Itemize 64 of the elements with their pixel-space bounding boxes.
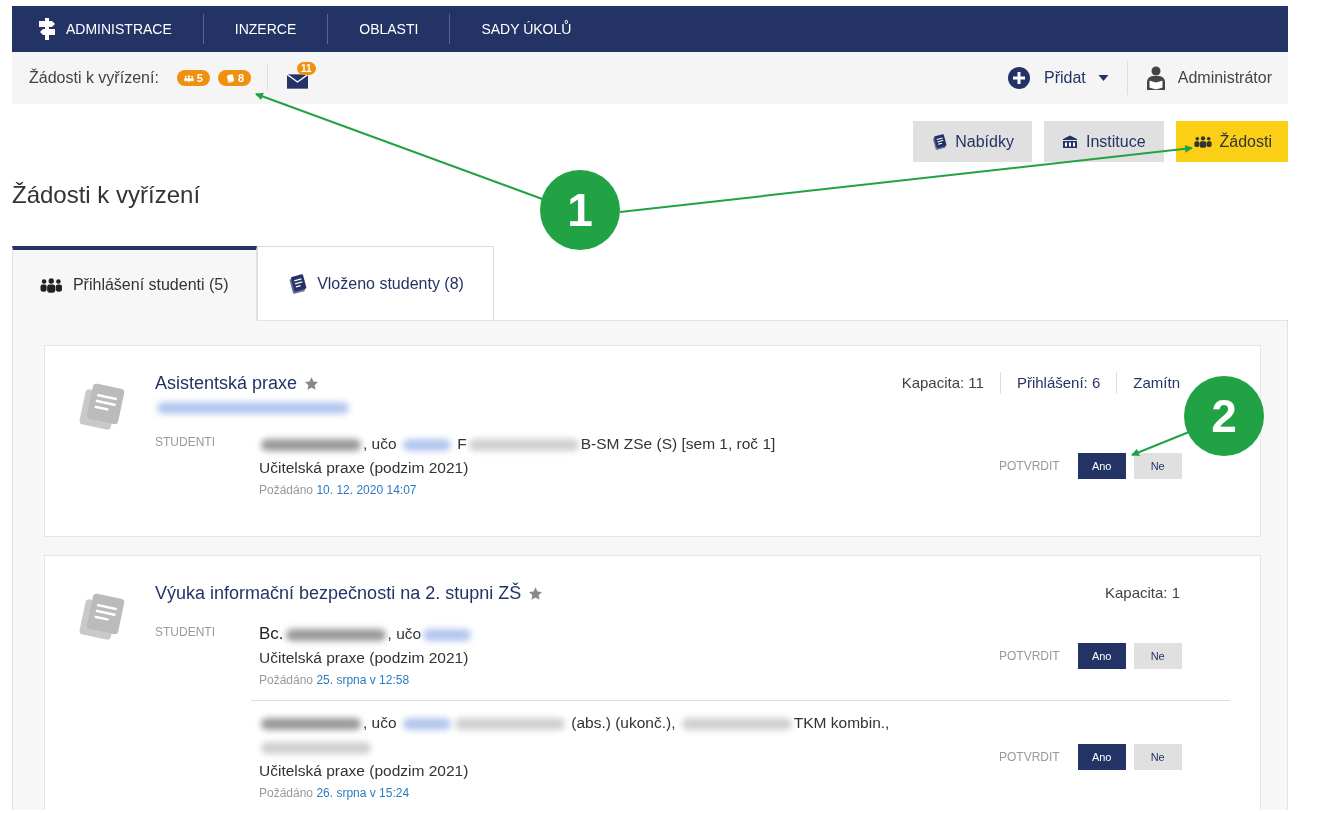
plus-circle-icon xyxy=(1007,67,1030,89)
redacted-text xyxy=(402,717,451,730)
notes-icon xyxy=(931,133,948,150)
redacted-text xyxy=(402,438,451,451)
no-button[interactable]: Ne xyxy=(1133,453,1182,479)
requested-date: Požádáno 10. 12. 2020 14:07 xyxy=(259,482,417,499)
program-name: Učitelská praxe (podzim 2021) xyxy=(259,459,469,476)
confirm-label: POTVRDIT xyxy=(999,649,1060,663)
tab[interactable]: Přihlášení studenti (5) xyxy=(12,246,257,321)
view-button[interactable]: Nabídky xyxy=(913,121,1032,162)
capacity-text: Kapacita: 11 xyxy=(901,373,984,393)
section-label: STUDENTI xyxy=(155,435,215,449)
nav-item[interactable]: INZERCE xyxy=(202,14,328,44)
people-icon xyxy=(1193,135,1212,148)
section-label: STUDENTI xyxy=(155,625,215,639)
user-menu[interactable]: Administrátor xyxy=(1145,66,1272,90)
envelope-icon xyxy=(287,73,309,89)
student-detail: F xyxy=(456,435,467,452)
yes-button[interactable]: Ano xyxy=(1077,744,1126,770)
no-button[interactable]: Ne xyxy=(1133,744,1182,770)
program-name: Učitelská praxe (podzim 2021) xyxy=(259,762,469,779)
people-icon xyxy=(40,277,63,293)
nav-item[interactable]: ADMINISTRACE xyxy=(38,14,203,44)
add-menu-button[interactable]: Přidat xyxy=(1007,67,1109,89)
capacity-text: Kapacita: 1 xyxy=(1104,583,1180,603)
people-icon xyxy=(183,73,194,83)
student-detail: (abs.) (ukonč.), xyxy=(570,714,677,731)
nav-item[interactable]: OBLASTI xyxy=(327,14,450,44)
no-button[interactable]: Ne xyxy=(1133,643,1182,669)
yes-button[interactable]: Ano xyxy=(1077,643,1126,669)
redacted-text xyxy=(423,628,472,641)
annotation-marker: 1 xyxy=(540,170,620,250)
student-detail: TKM kombin., xyxy=(793,714,890,731)
requested-date: Požádáno 26. srpna v 15:24 xyxy=(259,785,410,802)
program-name: Učitelská praxe (podzim 2021) xyxy=(259,649,469,666)
notes-icon xyxy=(287,273,308,294)
mail-button[interactable] xyxy=(287,73,309,89)
page-heading: Žádosti k vyřízení xyxy=(12,181,201,209)
pending-label: Žádosti k vyřízení: xyxy=(29,69,159,87)
caret-icon xyxy=(1097,75,1109,81)
yes-button[interactable]: Ano xyxy=(1077,453,1126,479)
notes-icon xyxy=(224,73,235,83)
student-detail: , učo xyxy=(363,714,398,731)
tab[interactable]: Vloženo studenty (8) xyxy=(257,246,494,320)
annotation-arrow xyxy=(1131,431,1190,457)
student-detail: , učo xyxy=(387,625,422,642)
building-icon xyxy=(1061,134,1078,149)
signpost-icon xyxy=(38,18,56,40)
degree-title: Bc. xyxy=(259,624,284,643)
reader-icon xyxy=(1145,66,1166,90)
stat-link[interactable]: Přihlášení: 6 xyxy=(1016,372,1101,394)
annotation-marker: 2 xyxy=(1184,376,1264,456)
confirm-label: POTVRDIT xyxy=(999,459,1060,473)
stat-link[interactable]: Zamítn xyxy=(1133,372,1180,394)
offer-title-link[interactable]: Asistentská praxe xyxy=(155,372,298,394)
nav-item[interactable]: SADY ÚKOLŮ xyxy=(449,14,603,44)
student-detail: , učo xyxy=(363,435,398,452)
view-button[interactable]: Žádosti xyxy=(1175,121,1288,162)
view-button[interactable]: Instituce xyxy=(1043,121,1164,162)
confirm-label: POTVRDIT xyxy=(999,750,1060,764)
student-detail: B-SM ZSe (S) [sem 1, roč 1] xyxy=(580,435,776,452)
offer-title-link[interactable]: Výuka informační bezpečnosti na 2. stupni ZŠ xyxy=(155,582,522,604)
unread-count: 11 xyxy=(297,61,316,75)
requested-date: Požádáno 25. srpna v 12:58 xyxy=(259,672,410,689)
